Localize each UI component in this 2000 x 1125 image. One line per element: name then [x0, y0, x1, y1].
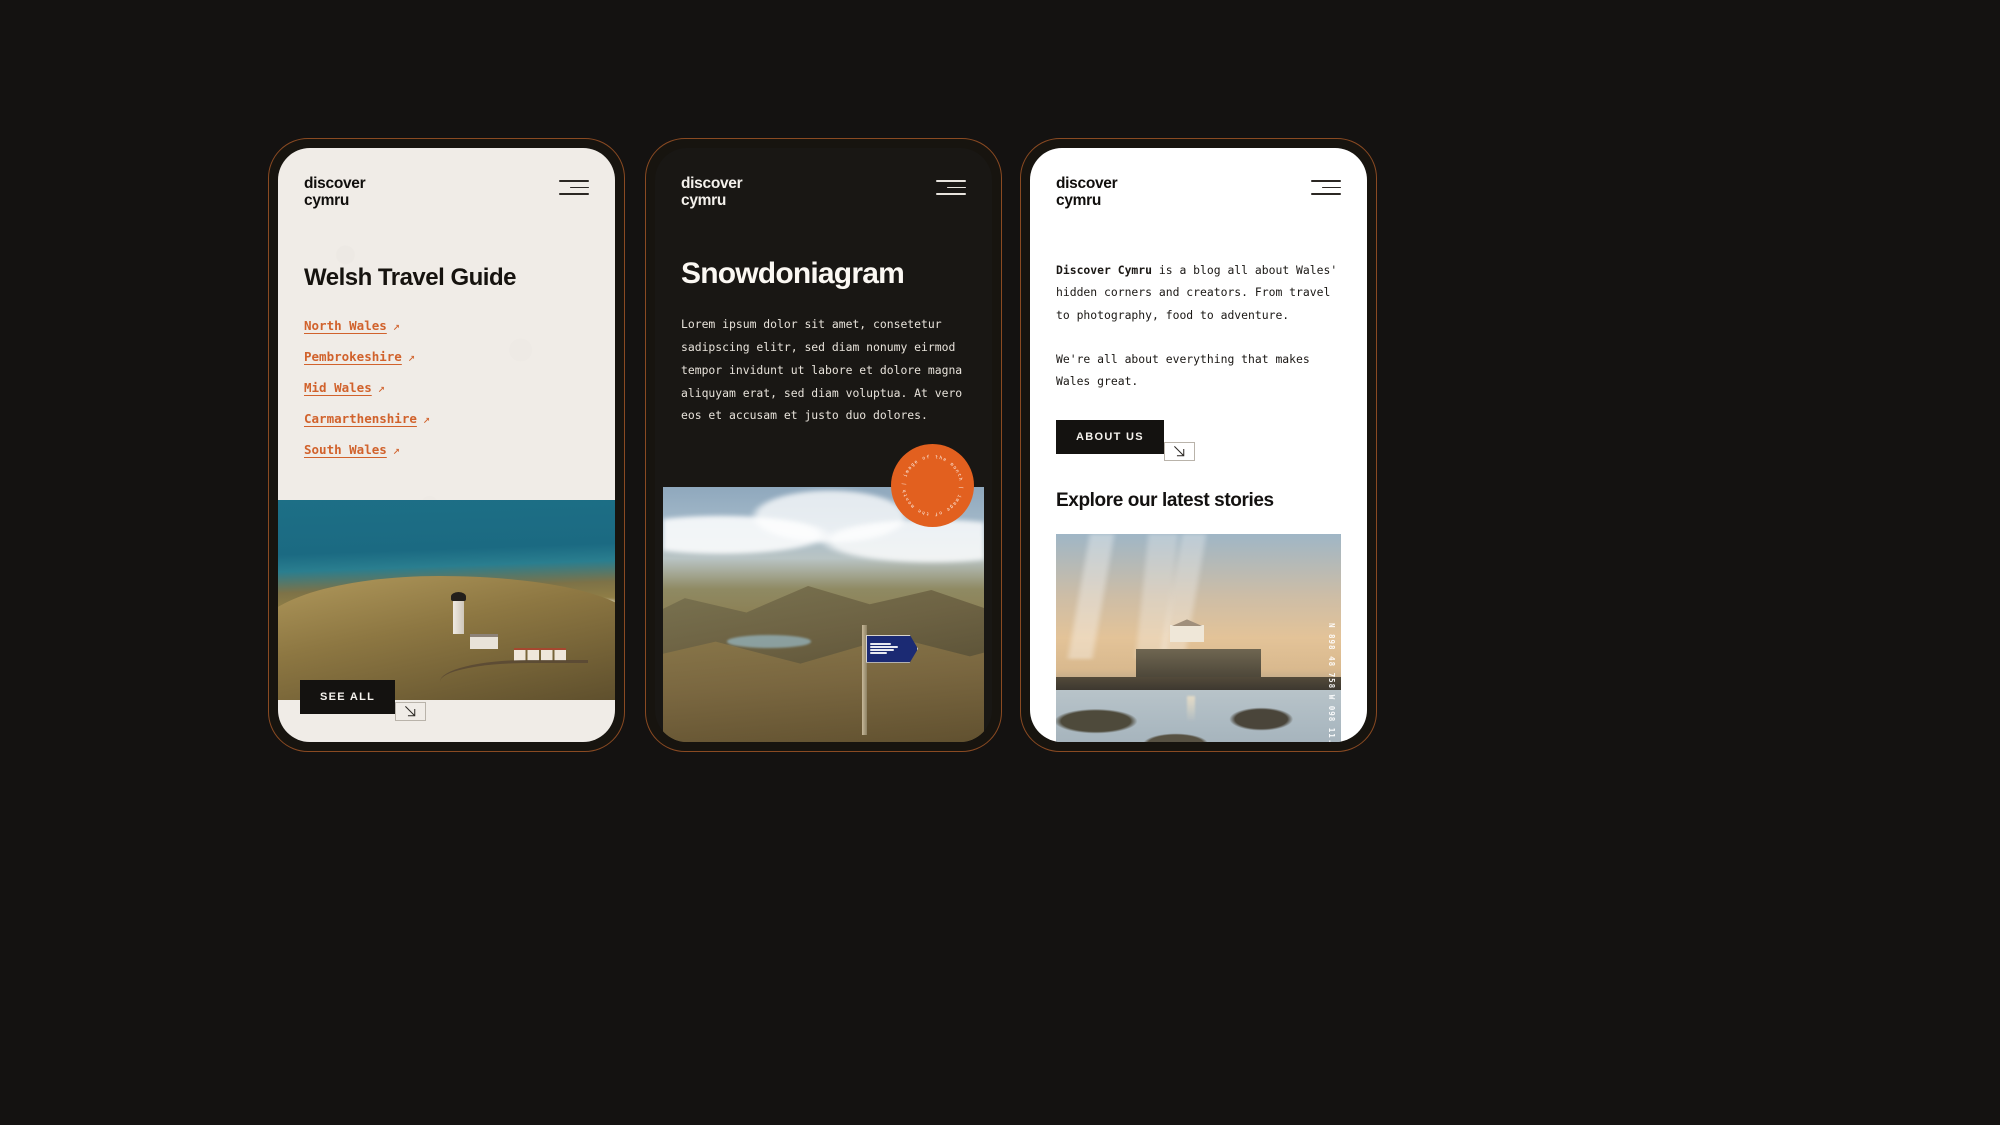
- hamburger-line: [570, 186, 589, 189]
- sign-text-line: [870, 649, 895, 652]
- intro-paragraph-2: We're all about everything that makes Wa…: [1056, 351, 1310, 389]
- hamburger-line: [936, 180, 966, 182]
- story-photo[interactable]: N 898 48 758 W 098 11.787: [1056, 534, 1341, 742]
- signpost-sign: [866, 634, 919, 663]
- brand-logo[interactable]: discover cymru: [304, 175, 366, 209]
- hamburger-line: [947, 186, 966, 189]
- app-header-1: discover cymru: [278, 148, 615, 209]
- hamburger-line: [1311, 193, 1341, 195]
- hamburger-icon[interactable]: [1311, 176, 1341, 195]
- body-paragraph: Lorem ipsum dolor sit amet, consetetur s…: [681, 317, 963, 423]
- region-link-carmarthenshire[interactable]: Carmarthenshire ↗: [304, 411, 430, 426]
- region-link-label: South Wales: [304, 442, 387, 458]
- hamburger-icon[interactable]: [559, 176, 589, 195]
- intro-paragraph-1: Discover Cymru is a blog all about Wales…: [1056, 259, 1341, 326]
- rocks: [1056, 690, 1341, 742]
- brand-logo[interactable]: discover cymru: [1056, 175, 1118, 209]
- lake: [727, 634, 811, 648]
- page-title: Welsh Travel Guide: [304, 264, 516, 292]
- lighthouse-photo: [278, 500, 615, 700]
- tidal-island: [1135, 648, 1262, 680]
- region-link-label: Mid Wales: [304, 380, 372, 396]
- arrow-down-right-icon[interactable]: [395, 702, 427, 721]
- hamburger-line: [559, 193, 589, 195]
- see-all-button-group[interactable]: SEE ALL: [300, 680, 427, 721]
- app-header-2: discover cymru: [655, 148, 992, 209]
- hamburger-line: [1322, 186, 1341, 189]
- arrow-up-right-icon: ↗: [392, 442, 401, 457]
- region-link-north-wales[interactable]: North Wales ↗: [304, 318, 400, 333]
- sign-text-line: [870, 652, 887, 655]
- region-link-label: North Wales: [304, 318, 387, 334]
- intro-text-block: Discover Cymru is a blog all about Wales…: [1030, 209, 1367, 392]
- screen-about-discover-cymru: discover cymru Discover Cymru is a blog …: [1030, 148, 1367, 742]
- welsh-signpost: [862, 624, 919, 735]
- about-us-button[interactable]: ABOUT US: [1056, 420, 1164, 455]
- region-link-mid-wales[interactable]: Mid Wales ↗: [304, 380, 385, 395]
- lighthouse-keeper-house: [470, 634, 499, 649]
- phone-mockup-1: discover cymru Welsh Travel Guide North …: [268, 138, 625, 752]
- see-all-button[interactable]: SEE ALL: [300, 680, 396, 714]
- region-link-label: Carmarthenshire: [304, 411, 417, 427]
- brand-name-bold: Discover Cymru: [1056, 263, 1153, 278]
- section-heading: Explore our latest stories: [1056, 490, 1274, 512]
- screen-welsh-travel-guide: discover cymru Welsh Travel Guide North …: [278, 148, 615, 742]
- chapel-building: [1170, 625, 1204, 643]
- sign-text-line: [870, 646, 899, 649]
- sign-text-line: [870, 643, 891, 646]
- brand-logo[interactable]: discover cymru: [681, 175, 743, 209]
- region-link-south-wales[interactable]: South Wales ↗: [304, 442, 400, 457]
- region-link-label: Pembrokeshire: [304, 349, 402, 365]
- hamburger-line: [936, 193, 966, 195]
- canvas: discover cymru Welsh Travel Guide North …: [0, 0, 2000, 1125]
- hamburger-line: [1311, 180, 1341, 182]
- hamburger-icon[interactable]: [936, 176, 966, 195]
- screen-snowdoniagram: discover cymru Snowdoniagram Lorem ipsum…: [655, 148, 992, 742]
- causeway: [1056, 677, 1341, 691]
- arrow-up-right-icon: ↗: [407, 349, 416, 364]
- phone-mockup-3: discover cymru Discover Cymru is a blog …: [1020, 138, 1377, 752]
- about-us-button-group[interactable]: ABOUT US: [1030, 392, 1367, 462]
- phone-mockup-2: discover cymru Snowdoniagram Lorem ipsum…: [645, 138, 1002, 752]
- arrow-down-right-icon[interactable]: [1163, 442, 1195, 462]
- badge-text: | image of the month | image of the mont…: [901, 454, 964, 517]
- app-header-3: discover cymru: [1030, 148, 1367, 209]
- arrow-up-right-icon: ↗: [422, 411, 431, 426]
- lighthouse-tower: [451, 592, 467, 634]
- page-title: Snowdoniagram: [681, 257, 905, 291]
- image-of-the-month-badge[interactable]: | image of the month | image of the mont…: [891, 444, 974, 527]
- arrow-up-right-icon: ↗: [377, 380, 385, 395]
- region-link-pembrokeshire[interactable]: Pembrokeshire ↗: [304, 349, 415, 364]
- geo-coordinates-label: N 898 48 758 W 098 11.787: [1327, 622, 1336, 742]
- arrow-up-right-icon: ↗: [392, 318, 401, 333]
- region-link-list: North Wales ↗ Pembrokeshire ↗ Mid Wales …: [278, 292, 615, 457]
- hamburger-line: [559, 180, 589, 182]
- chapel-reflection: [1187, 695, 1196, 722]
